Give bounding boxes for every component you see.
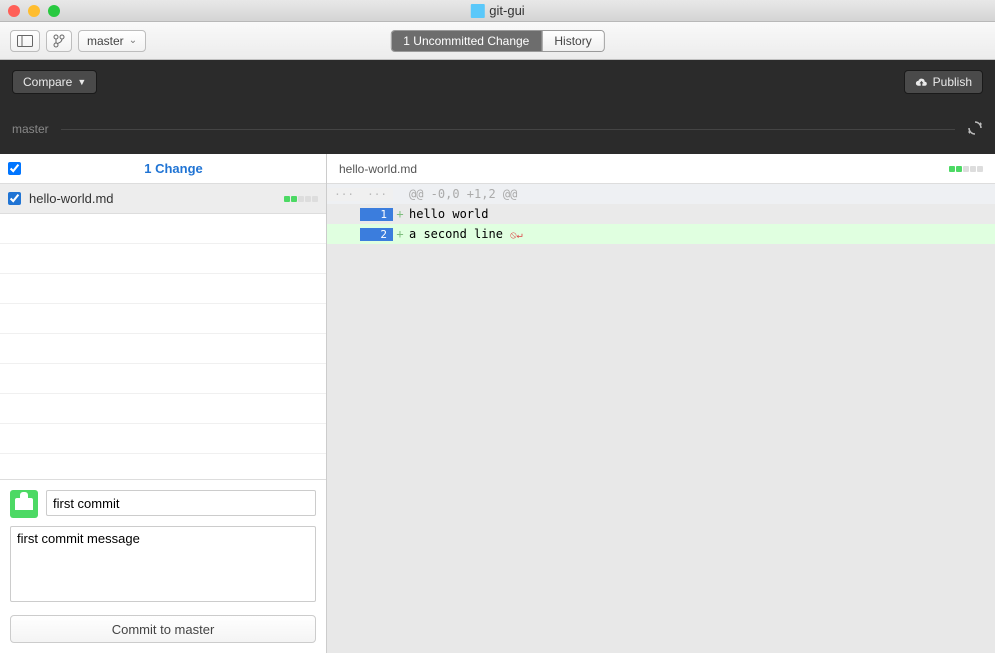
window-zoom-button[interactable] (48, 5, 60, 17)
author-avatar (10, 490, 38, 518)
diff-hunk-header: ······ @@ -0,0 +1,2 @@ (327, 184, 995, 204)
tab-history[interactable]: History (541, 31, 603, 51)
branch-select[interactable]: master ⌄ (78, 30, 146, 52)
window-titlebar: git-gui (0, 0, 995, 22)
diff-line[interactable]: 2 + a second line ⦸↵ (327, 224, 995, 244)
window-close-button[interactable] (8, 5, 20, 17)
branch-create-button[interactable] (46, 30, 72, 52)
sidebar-toggle-button[interactable] (10, 30, 40, 52)
select-all-checkbox[interactable] (8, 162, 21, 175)
view-switcher: 1 Uncommitted Change History (390, 30, 604, 52)
no-newline-icon: ⦸↵ (510, 230, 523, 241)
sync-icon[interactable] (967, 120, 983, 139)
diff-text: a second line ⦸↵ (407, 227, 995, 241)
file-row[interactable]: hello-world.md (0, 184, 326, 214)
changes-count-label: 1 Change (29, 161, 318, 176)
changes-header: 1 Change (0, 154, 326, 184)
file-diff-stat (284, 196, 318, 202)
window-title: git-gui (489, 3, 524, 18)
panel-icon (17, 35, 33, 47)
commit-summary-input[interactable] (46, 490, 316, 516)
diff-view: hello-world.md ······ @@ -0,0 +1,2 @@ 1 … (327, 154, 995, 653)
comparison-bar: Compare ▼ Publish master (0, 60, 995, 154)
publish-button[interactable]: Publish (904, 70, 983, 94)
file-list: hello-world.md (0, 184, 326, 479)
app-icon (470, 4, 484, 18)
changes-sidebar: 1 Change hello-world.md first commit mes… (0, 154, 327, 653)
timeline-track (61, 129, 955, 130)
chevron-down-icon: ⌄ (129, 35, 137, 46)
compare-button[interactable]: Compare ▼ (12, 70, 97, 94)
tab-changes[interactable]: 1 Uncommitted Change (391, 31, 541, 51)
new-line-number: 2 (360, 228, 393, 241)
commit-panel: first commit message Commit to master (0, 479, 326, 653)
window-minimize-button[interactable] (28, 5, 40, 17)
diff-sign: + (393, 207, 407, 221)
file-checkbox[interactable] (8, 192, 21, 205)
commit-button[interactable]: Commit to master (10, 615, 316, 643)
caret-down-icon: ▼ (77, 77, 86, 87)
diff-sign: + (393, 227, 407, 241)
toolbar: master ⌄ 1 Uncommitted Change History (0, 22, 995, 60)
file-name-label: hello-world.md (29, 191, 284, 206)
diff-header-stat (949, 166, 983, 172)
diff-line[interactable]: 1 + hello world (327, 204, 995, 224)
new-line-number: 1 (360, 208, 393, 221)
branch-select-label: master (87, 34, 124, 48)
branch-icon (53, 34, 65, 48)
commit-description-input[interactable]: first commit message (10, 526, 316, 602)
diff-filename: hello-world.md (339, 162, 417, 176)
timeline-branch-label: master (12, 122, 49, 136)
cloud-upload-icon (915, 76, 928, 89)
diff-text: hello world (407, 207, 995, 221)
